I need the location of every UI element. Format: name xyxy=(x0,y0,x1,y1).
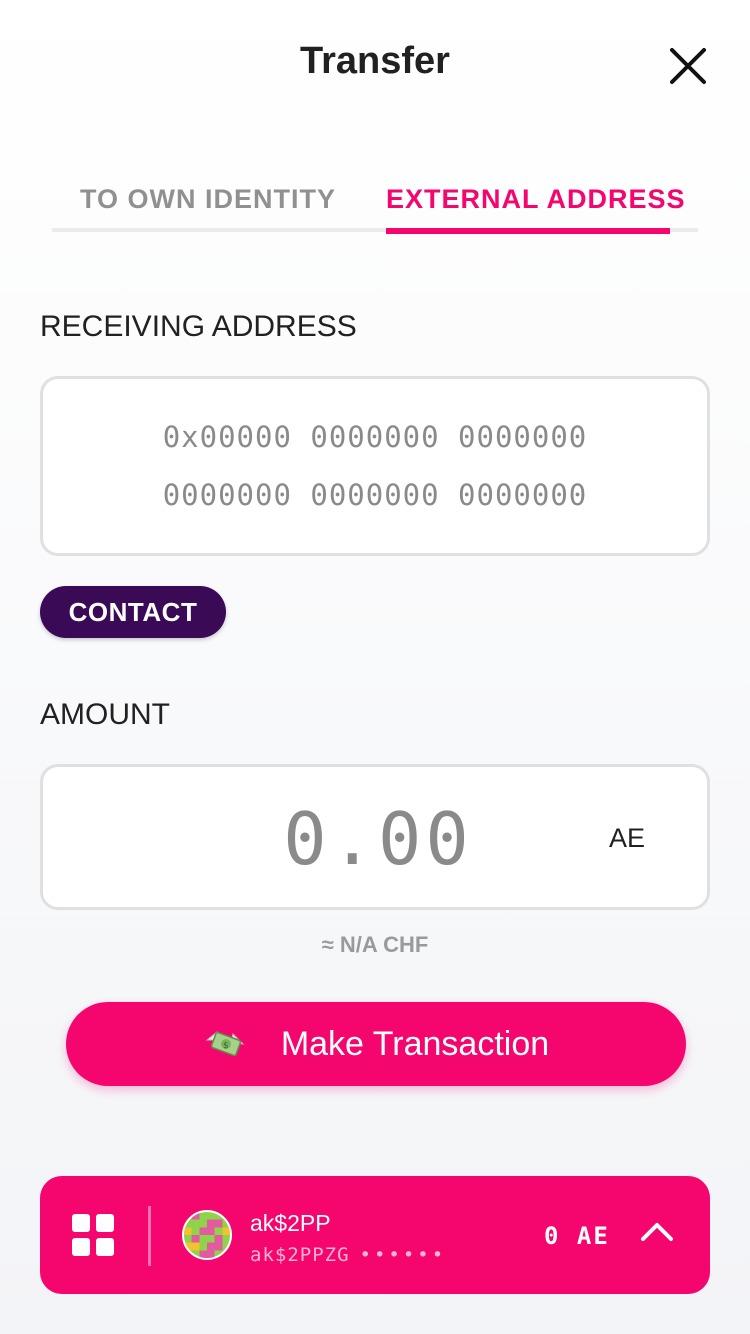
make-transaction-label: Make Transaction xyxy=(280,1024,550,1063)
amount-unit: AE xyxy=(609,823,646,853)
address-placeholder-line1: 0x00000 0000000 0000000 xyxy=(162,420,588,454)
money-with-wings-icon: $ xyxy=(203,1022,247,1066)
grid-icon[interactable] xyxy=(72,1214,116,1258)
make-transaction-button[interactable]: $ Make Transaction xyxy=(66,1002,686,1086)
receiving-address-input[interactable]: 0x00000 0000000 0000000 0000000 0000000 … xyxy=(40,376,710,556)
chevron-up-icon[interactable] xyxy=(640,1220,674,1242)
divider xyxy=(148,1206,151,1266)
transfer-tabs: TO OWN IDENTITY EXTERNAL ADDRESS xyxy=(52,180,698,234)
avatar xyxy=(182,1210,232,1260)
tab-external-address[interactable]: EXTERNAL ADDRESS xyxy=(386,180,685,234)
address-placeholder-line2: 0000000 0000000 0000000 xyxy=(162,478,588,512)
amount-label: AMOUNT xyxy=(40,698,170,731)
amount-input[interactable]: 0.00 AE xyxy=(40,764,710,910)
account-balance: 0 AE xyxy=(544,1222,610,1250)
account-address-dots: •••••• xyxy=(359,1244,447,1266)
close-icon[interactable] xyxy=(666,44,710,88)
tab-to-own-identity[interactable]: TO OWN IDENTITY xyxy=(80,180,336,232)
account-name: ak$2PP xyxy=(250,1210,331,1236)
contact-button[interactable]: CONTACT xyxy=(40,586,226,638)
account-address-text: ak$2PPZG xyxy=(250,1244,350,1266)
fiat-equivalent: ≈ N/A CHF xyxy=(321,932,429,957)
account-bar[interactable]: ak$2PP ak$2PPZG •••••• 0 AE xyxy=(40,1176,710,1294)
page-title: Transfer xyxy=(300,40,450,82)
header: Transfer xyxy=(0,0,750,130)
svg-text:$: $ xyxy=(223,1041,229,1051)
account-address: ak$2PPZG •••••• xyxy=(250,1244,446,1266)
receiving-address-label: RECEIVING ADDRESS xyxy=(40,310,357,343)
